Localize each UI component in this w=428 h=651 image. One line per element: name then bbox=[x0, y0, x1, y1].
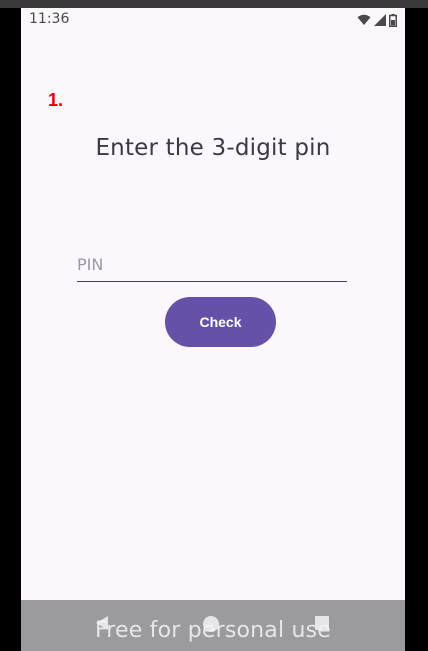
signal-icon bbox=[374, 14, 386, 26]
status-time: 11:36 bbox=[29, 11, 70, 27]
step-number: 1. bbox=[48, 90, 64, 110]
battery-icon bbox=[389, 13, 397, 27]
pin-field bbox=[77, 240, 347, 290]
window-top-strip bbox=[0, 0, 428, 8]
status-bar: 11:36 bbox=[21, 8, 405, 32]
page-title: Enter the 3-digit pin bbox=[95, 135, 331, 161]
status-icons bbox=[357, 12, 397, 28]
wifi-icon bbox=[357, 14, 371, 26]
pin-input[interactable] bbox=[77, 240, 347, 282]
watermark: Free for personal use bbox=[94, 618, 332, 643]
phone-screen: 11:36 1. Enter the 3-digit pin PIN Check… bbox=[21, 8, 405, 651]
check-button[interactable]: Check bbox=[165, 297, 276, 347]
